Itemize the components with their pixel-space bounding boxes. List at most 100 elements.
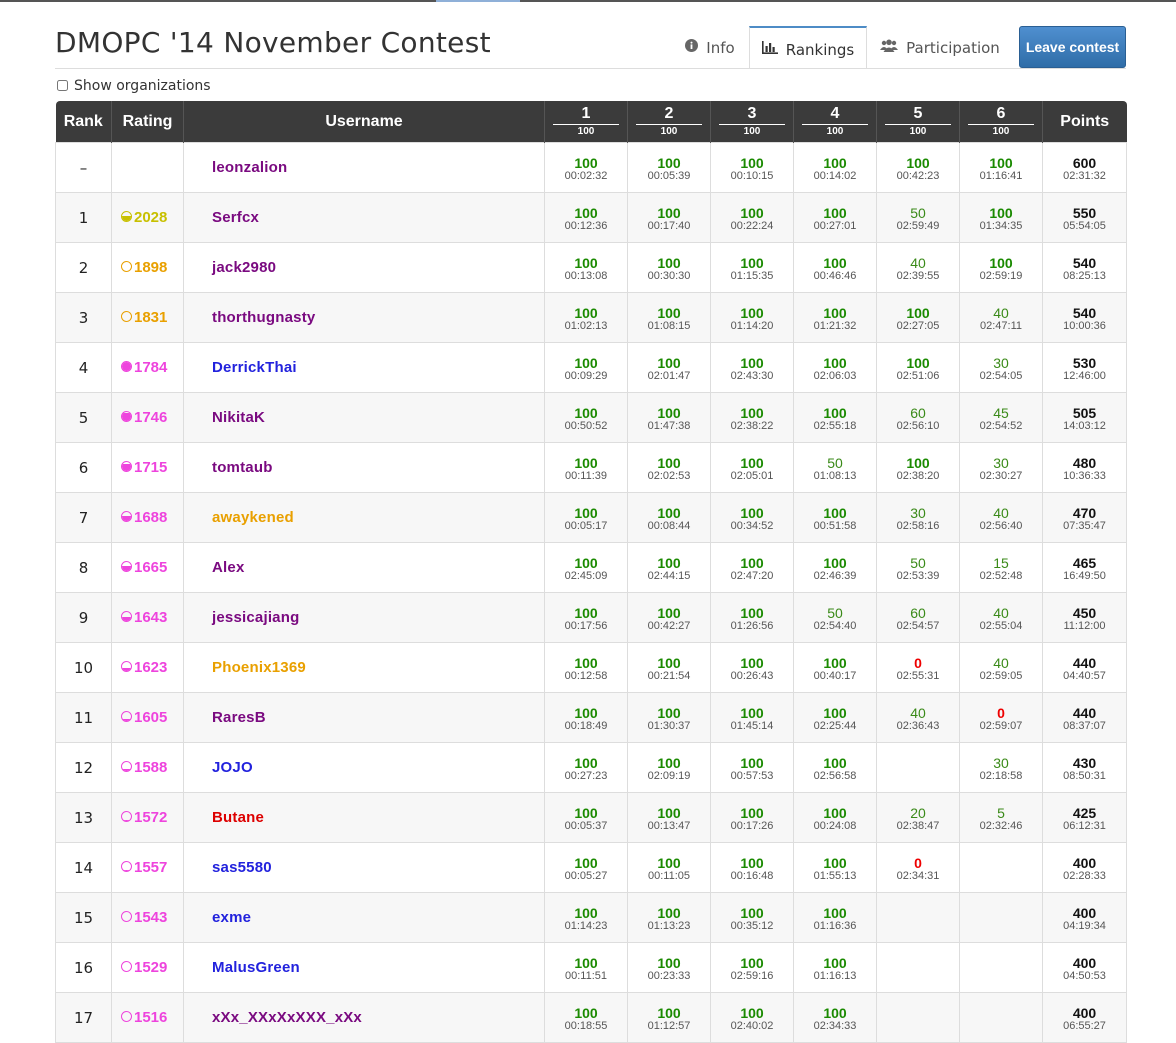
problem-score-cell[interactable]: 100 00:12:58 [544, 642, 628, 693]
problem-score-cell[interactable]: 100 02:34:33 [793, 992, 877, 1043]
problem-score-cell[interactable]: 100 00:24:08 [793, 792, 877, 843]
problem-score-cell[interactable]: 100 00:21:54 [627, 642, 711, 693]
header-rank[interactable]: Rank [55, 101, 112, 143]
problem-score-cell[interactable]: 100 00:11:51 [544, 942, 628, 993]
problem-score-cell[interactable]: 100 00:51:58 [793, 492, 877, 543]
problem-score-cell[interactable]: 20 02:38:47 [876, 792, 960, 843]
problem-score-cell[interactable]: 100 02:46:39 [793, 542, 877, 593]
problem-score-cell[interactable]: 100 00:05:17 [544, 492, 628, 543]
problem-score-cell[interactable]: 100 00:27:23 [544, 742, 628, 793]
problem-score-cell[interactable]: 100 02:02:53 [627, 442, 711, 493]
problem-score-cell[interactable]: 100 00:10:15 [710, 142, 794, 193]
problem-score-cell[interactable]: 100 01:30:37 [627, 692, 711, 743]
problem-score-cell[interactable]: 30 02:54:05 [959, 342, 1043, 393]
problem-score-cell[interactable] [959, 842, 1043, 893]
problem-score-cell[interactable]: 30 02:58:16 [876, 492, 960, 543]
problem-score-cell[interactable]: 100 02:55:18 [793, 392, 877, 443]
problem-score-cell[interactable]: 100 02:05:01 [710, 442, 794, 493]
problem-score-cell[interactable]: 100 01:47:38 [627, 392, 711, 443]
problem-score-cell[interactable]: 100 00:30:30 [627, 242, 711, 293]
problem-score-cell[interactable]: 100 00:18:55 [544, 992, 628, 1043]
problem-score-cell[interactable]: 100 00:08:44 [627, 492, 711, 543]
tab-rankings[interactable]: Rankings [749, 26, 867, 69]
problem-score-cell[interactable] [959, 992, 1043, 1043]
header-problem[interactable]: 6 100 [959, 101, 1043, 143]
problem-score-cell[interactable]: 100 00:57:53 [710, 742, 794, 793]
problem-score-cell[interactable]: 0 02:34:31 [876, 842, 960, 893]
username-link[interactable]: jack2980 [183, 242, 545, 293]
problem-score-cell[interactable]: 100 01:12:57 [627, 992, 711, 1043]
problem-score-cell[interactable]: 100 00:17:40 [627, 192, 711, 243]
problem-score-cell[interactable]: 5 02:32:46 [959, 792, 1043, 843]
problem-score-cell[interactable]: 100 01:34:35 [959, 192, 1043, 243]
leave-contest-button[interactable]: Leave contest [1019, 26, 1126, 68]
username-link[interactable]: Serfcx [183, 192, 545, 243]
username-link[interactable]: RaresB [183, 692, 545, 743]
problem-score-cell[interactable]: 100 01:15:35 [710, 242, 794, 293]
problem-score-cell[interactable]: 50 02:59:49 [876, 192, 960, 243]
problem-score-cell[interactable] [876, 892, 960, 943]
show-organizations-checkbox[interactable] [57, 79, 68, 91]
problem-score-cell[interactable]: 60 02:54:57 [876, 592, 960, 643]
username-link[interactable]: awaykened [183, 492, 545, 543]
problem-score-cell[interactable]: 100 02:43:30 [710, 342, 794, 393]
problem-score-cell[interactable]: 100 00:11:39 [544, 442, 628, 493]
header-problem[interactable]: 4 100 [793, 101, 877, 143]
problem-score-cell[interactable]: 100 02:45:09 [544, 542, 628, 593]
problem-score-cell[interactable]: 100 00:35:12 [710, 892, 794, 943]
show-organizations-toggle[interactable]: Show organizations [57, 78, 211, 94]
problem-score-cell[interactable]: 100 00:13:47 [627, 792, 711, 843]
username-link[interactable]: Butane [183, 792, 545, 843]
problem-score-cell[interactable]: 100 01:14:23 [544, 892, 628, 943]
problem-score-cell[interactable]: 100 01:02:13 [544, 292, 628, 343]
tab-info[interactable]: Info [672, 26, 748, 68]
problem-score-cell[interactable]: 100 01:55:13 [793, 842, 877, 893]
header-problem[interactable]: 5 100 [876, 101, 960, 143]
problem-score-cell[interactable]: 100 00:22:24 [710, 192, 794, 243]
problem-score-cell[interactable] [959, 942, 1043, 993]
username-link[interactable]: NikitaK [183, 392, 545, 443]
problem-score-cell[interactable]: 0 02:59:07 [959, 692, 1043, 743]
problem-score-cell[interactable]: 100 02:40:02 [710, 992, 794, 1043]
problem-score-cell[interactable]: 100 00:42:23 [876, 142, 960, 193]
problem-score-cell[interactable]: 100 00:40:17 [793, 642, 877, 693]
problem-score-cell[interactable]: 100 01:45:14 [710, 692, 794, 743]
problem-score-cell[interactable]: 100 00:27:01 [793, 192, 877, 243]
problem-score-cell[interactable]: 100 01:16:13 [793, 942, 877, 993]
problem-score-cell[interactable]: 40 02:56:40 [959, 492, 1043, 543]
problem-score-cell[interactable]: 40 02:39:55 [876, 242, 960, 293]
problem-score-cell[interactable]: 100 02:59:16 [710, 942, 794, 993]
header-problem[interactable]: 2 100 [627, 101, 711, 143]
problem-score-cell[interactable]: 100 00:17:26 [710, 792, 794, 843]
username-link[interactable]: sas5580 [183, 842, 545, 893]
problem-score-cell[interactable]: 100 02:09:19 [627, 742, 711, 793]
problem-score-cell[interactable]: 50 02:53:39 [876, 542, 960, 593]
header-problem[interactable]: 1 100 [544, 101, 628, 143]
username-link[interactable]: JOJO [183, 742, 545, 793]
username-link[interactable]: Phoenix1369 [183, 642, 545, 693]
username-link[interactable]: tomtaub [183, 442, 545, 493]
problem-score-cell[interactable]: 100 00:05:27 [544, 842, 628, 893]
header-points[interactable]: Points [1042, 101, 1127, 143]
problem-score-cell[interactable]: 15 02:52:48 [959, 542, 1043, 593]
problem-score-cell[interactable]: 40 02:59:05 [959, 642, 1043, 693]
username-link[interactable]: Alex [183, 542, 545, 593]
username-link[interactable]: exme [183, 892, 545, 943]
problem-score-cell[interactable]: 100 01:14:20 [710, 292, 794, 343]
problem-score-cell[interactable]: 100 00:14:02 [793, 142, 877, 193]
problem-score-cell[interactable]: 45 02:54:52 [959, 392, 1043, 443]
problem-score-cell[interactable]: 100 00:34:52 [710, 492, 794, 543]
problem-score-cell[interactable]: 100 02:59:19 [959, 242, 1043, 293]
problem-score-cell[interactable]: 30 02:18:58 [959, 742, 1043, 793]
problem-score-cell[interactable]: 60 02:56:10 [876, 392, 960, 443]
problem-score-cell[interactable]: 100 02:27:05 [876, 292, 960, 343]
username-link[interactable]: MalusGreen [183, 942, 545, 993]
problem-score-cell[interactable]: 100 02:47:20 [710, 542, 794, 593]
problem-score-cell[interactable]: 50 02:54:40 [793, 592, 877, 643]
username-link[interactable]: DerrickThai [183, 342, 545, 393]
problem-score-cell[interactable]: 100 01:26:56 [710, 592, 794, 643]
problem-score-cell[interactable]: 100 00:12:36 [544, 192, 628, 243]
username-link[interactable]: leonzalion [183, 142, 545, 193]
problem-score-cell[interactable]: 100 01:16:36 [793, 892, 877, 943]
problem-score-cell[interactable]: 100 02:38:22 [710, 392, 794, 443]
